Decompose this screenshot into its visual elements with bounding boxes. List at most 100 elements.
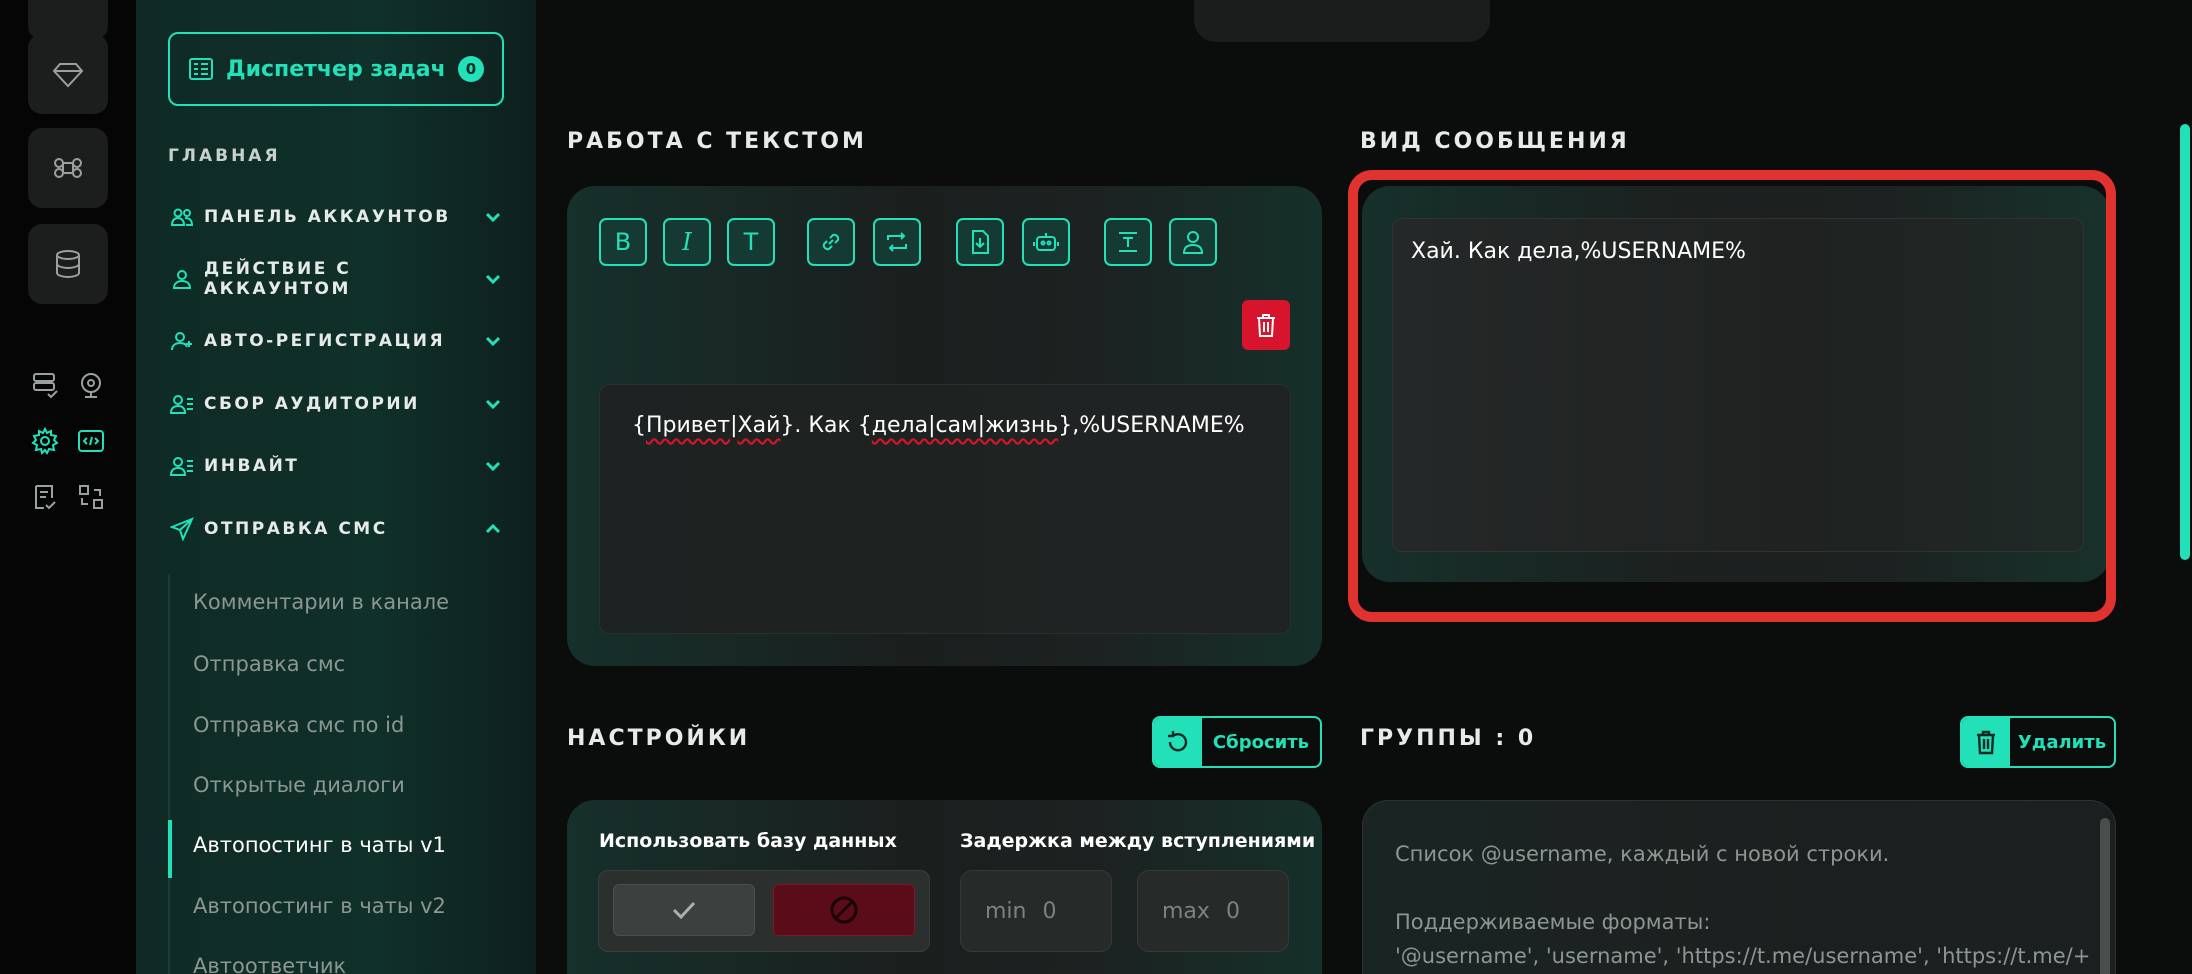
submenu-item[interactable]: Автопостинг в чаты v2 bbox=[193, 894, 446, 918]
groups-input[interactable]: Список @username, каждый с новой строки.… bbox=[1362, 800, 2116, 974]
text-segment-misspelled: Хай bbox=[737, 413, 781, 438]
rail-webcam[interactable] bbox=[74, 368, 108, 402]
sidebar-item-auto-registration[interactable]: АВТО-РЕГИСТРАЦИЯ bbox=[168, 323, 504, 359]
min-value: 0 bbox=[1042, 898, 1057, 924]
rail-settings[interactable] bbox=[28, 424, 62, 458]
app-root: Диспетчер задач 0 ГЛАВНАЯ ПАНЕЛЬ АККАУНТ… bbox=[0, 0, 2192, 974]
groups-placeholder-line: '@username', 'username', 'https://t.me/u… bbox=[1395, 944, 2091, 968]
sidebar-item-invite[interactable]: ИНВАЙТ bbox=[168, 448, 504, 484]
file-download-icon bbox=[972, 230, 989, 254]
notes-check-icon bbox=[35, 485, 56, 510]
task-manager-label: Диспетчер задач bbox=[226, 56, 446, 82]
text-segment: },%USERNAME% bbox=[1058, 413, 1245, 438]
sidebar-item-accounts-panel[interactable]: ПАНЕЛЬ АККАУНТОВ bbox=[168, 199, 504, 235]
page-scrollbar[interactable] bbox=[2180, 124, 2190, 560]
delete-groups-button[interactable]: Удалить bbox=[1960, 716, 2116, 768]
block-icon bbox=[830, 896, 858, 924]
sidebar-item-send-sms[interactable]: ОТПРАВКА СМС bbox=[168, 511, 504, 547]
sidebar-item-label: ДЕЙСТВИЕ С АККАУНТОМ bbox=[204, 259, 352, 299]
swap-squares-icon bbox=[79, 485, 103, 509]
sidebar-item-label: ИНВАЙТ bbox=[204, 456, 300, 476]
task-count-badge: 0 bbox=[458, 56, 484, 82]
trash-icon bbox=[1977, 730, 1995, 755]
text-format-button[interactable] bbox=[1104, 218, 1152, 266]
groups-title: ГРУППЫ : 0 bbox=[1360, 726, 1537, 751]
use-database-no[interactable] bbox=[773, 884, 915, 936]
bold-button[interactable]: B bbox=[599, 218, 647, 266]
chevron-down-icon bbox=[485, 212, 501, 223]
submenu-item[interactable]: Отправка смс bbox=[193, 652, 345, 676]
text-button[interactable]: T bbox=[727, 218, 775, 266]
task-manager-icon bbox=[189, 58, 213, 80]
code-window-icon bbox=[78, 430, 104, 452]
rail-button-diamond[interactable] bbox=[28, 34, 108, 114]
message-text-input[interactable]: {Привет|Хай}. Как {дела|сам|жизнь},%USER… bbox=[599, 384, 1291, 634]
min-label: min bbox=[985, 898, 1027, 924]
bold-icon: B bbox=[614, 228, 632, 256]
submenu-item[interactable]: Отправка смс по id bbox=[193, 713, 404, 737]
bot-button[interactable] bbox=[1022, 218, 1070, 266]
sidebar-item-label: АВТО-РЕГИСТРАЦИЯ bbox=[204, 331, 446, 351]
check-icon bbox=[672, 901, 696, 920]
send-icon bbox=[170, 517, 194, 541]
trash-icon bbox=[1257, 314, 1275, 337]
submenu-item[interactable]: Автоответчик bbox=[193, 954, 346, 974]
clear-text-button[interactable] bbox=[1242, 300, 1290, 350]
reset-label: Сбросить bbox=[1212, 731, 1310, 753]
submenu-item-active[interactable]: Автопостинг в чаты v1 bbox=[193, 833, 446, 857]
text-work-title: РАБОТА С ТЕКСТОМ bbox=[567, 129, 867, 154]
link-button[interactable] bbox=[807, 218, 855, 266]
reset-button[interactable]: Сбросить bbox=[1152, 716, 1322, 768]
settings-title: НАСТРОЙКИ bbox=[567, 726, 751, 751]
use-database-yes[interactable] bbox=[613, 884, 755, 936]
rail-button-database[interactable] bbox=[28, 224, 108, 304]
chevron-up-icon bbox=[485, 523, 501, 534]
rail-notes[interactable] bbox=[28, 480, 62, 514]
repeat-button[interactable] bbox=[873, 218, 921, 266]
text-segment: }. Как { bbox=[780, 413, 872, 438]
groups-placeholder-line: Список @username, каждый с новой строки. bbox=[1395, 842, 1890, 866]
sidebar-item-account-actions[interactable]: ДЕЙСТВИЕ С АККАУНТОМ bbox=[168, 259, 504, 299]
rail-swap[interactable] bbox=[74, 480, 108, 514]
chevron-down-icon bbox=[485, 336, 501, 347]
groups-placeholder-line: Поддерживаемые форматы: bbox=[1395, 910, 1711, 934]
reset-icon bbox=[1168, 731, 1188, 752]
rail-server-check[interactable] bbox=[28, 368, 62, 402]
repeat-icon bbox=[887, 232, 907, 252]
chevron-down-icon bbox=[485, 399, 501, 410]
max-value: 0 bbox=[1225, 898, 1240, 924]
sidebar-section-title: ГЛАВНАЯ bbox=[168, 146, 281, 166]
submenu-item[interactable]: Открытые диалоги bbox=[193, 773, 405, 797]
text-segment-misspelled: дела|сам|жизнь bbox=[871, 413, 1059, 438]
rail-code[interactable] bbox=[74, 424, 108, 458]
rail-button-command[interactable] bbox=[28, 128, 108, 208]
italic-icon: I bbox=[682, 228, 692, 256]
delay-max-input[interactable]: max 0 bbox=[1137, 870, 1289, 952]
submenu-item[interactable]: Комментарии в канале bbox=[193, 590, 449, 614]
user-list-icon bbox=[170, 395, 193, 414]
import-file-button[interactable] bbox=[956, 218, 1004, 266]
server-check-icon bbox=[33, 373, 58, 399]
delete-groups-label: Удалить bbox=[2017, 731, 2107, 753]
groups-scrollbar[interactable] bbox=[2100, 818, 2110, 974]
top-tab[interactable] bbox=[1194, 0, 1490, 42]
text-segment: { bbox=[632, 413, 646, 438]
text-segment-misspelled: Привет bbox=[646, 413, 731, 438]
highlight-annotation bbox=[1348, 170, 2116, 622]
use-database-label: Использовать базу данных bbox=[599, 830, 897, 852]
delay-min-input[interactable]: min 0 bbox=[960, 870, 1112, 952]
user-list-icon bbox=[170, 457, 193, 476]
italic-button[interactable]: I bbox=[663, 218, 711, 266]
person-icon bbox=[1182, 231, 1204, 254]
task-manager-button[interactable]: Диспетчер задач 0 bbox=[168, 32, 504, 106]
text-block-icon bbox=[1119, 232, 1137, 252]
gear-icon bbox=[31, 426, 59, 455]
diamond-icon bbox=[52, 63, 84, 88]
bot-icon bbox=[1033, 233, 1059, 251]
chevron-down-icon bbox=[485, 461, 501, 472]
user-icon bbox=[172, 270, 192, 289]
username-button[interactable] bbox=[1169, 218, 1217, 266]
sidebar-item-audience-collection[interactable]: СБОР АУДИТОРИИ bbox=[168, 386, 504, 422]
sidebar-item-label: ОТПРАВКА СМС bbox=[204, 519, 388, 539]
icon-rail bbox=[0, 0, 136, 974]
